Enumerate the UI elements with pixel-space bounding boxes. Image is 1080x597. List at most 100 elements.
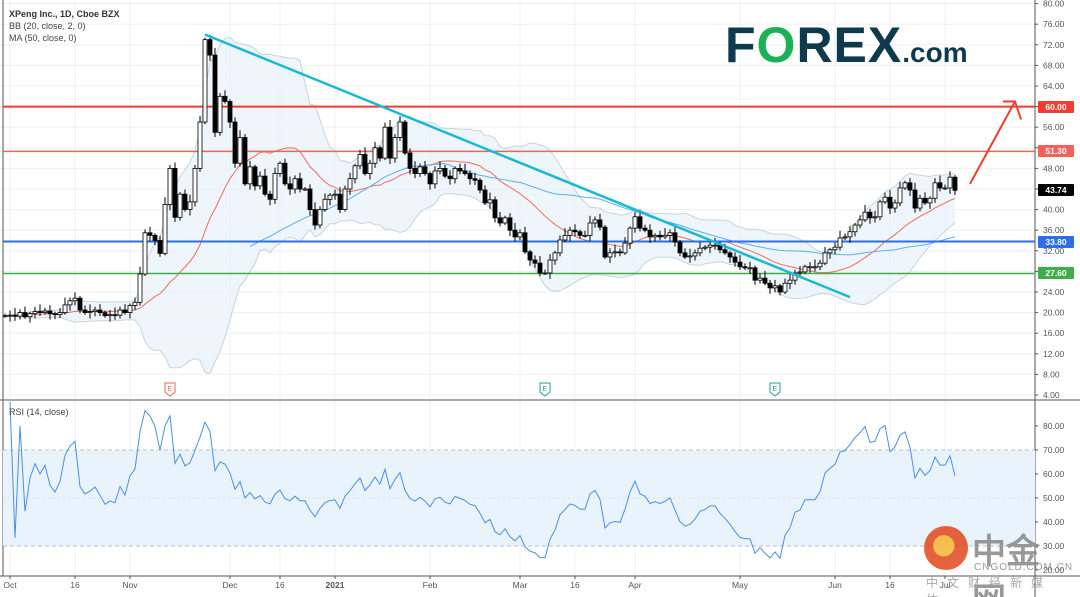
candle <box>342 185 348 212</box>
candle-body <box>417 166 423 174</box>
candle <box>837 230 843 251</box>
candle <box>27 311 33 323</box>
candle-body <box>387 126 393 159</box>
candle-body <box>662 234 668 238</box>
earnings-marker[interactable]: E <box>164 382 176 397</box>
candle-body <box>142 232 148 275</box>
time-tick-label: 16 <box>70 580 80 590</box>
candle-body <box>742 266 748 269</box>
candle-body <box>622 242 628 254</box>
rsi-indicator-label[interactable]: RSI (14, close) <box>9 406 69 418</box>
candle-body <box>307 188 313 211</box>
earnings-label: E <box>773 386 778 393</box>
earnings-marker[interactable]: E <box>769 382 781 397</box>
candle-body <box>137 273 143 303</box>
candle-body <box>302 188 308 191</box>
candle-body <box>432 170 438 185</box>
candle <box>392 134 398 163</box>
time-tick-label: Apr <box>628 580 641 590</box>
candle-body <box>637 216 643 229</box>
candle-body <box>282 162 288 185</box>
candle-body <box>407 152 413 169</box>
candle-body <box>537 262 543 274</box>
candle <box>22 306 28 319</box>
candle-body <box>347 178 353 190</box>
candle <box>242 134 248 186</box>
candle-body <box>552 252 558 261</box>
earnings-label: E <box>543 386 548 393</box>
candle-body <box>212 54 218 133</box>
earnings-marker[interactable]: E <box>539 382 551 397</box>
candle-body <box>342 188 348 211</box>
candle-body <box>177 193 183 218</box>
ma-indicator-label[interactable]: MA (50, close, 0) <box>9 32 120 44</box>
candle-body <box>107 314 113 317</box>
candle-body <box>862 211 868 221</box>
candle-body <box>332 193 338 196</box>
candle-body <box>192 167 198 203</box>
price-chart[interactable]: EEE80.0076.0072.0068.0064.0060.0056.0052… <box>0 0 1080 597</box>
candle-body <box>62 304 68 313</box>
candle <box>232 117 238 168</box>
price-tick-label: 16.00 <box>1043 328 1065 338</box>
candle-body <box>497 217 503 224</box>
candle-body <box>87 311 93 314</box>
candle-body <box>437 167 443 172</box>
candle-body <box>72 297 78 302</box>
candle-body <box>827 249 833 254</box>
symbol-title[interactable]: XPeng Inc., 1D, Cboe BZX <box>9 8 120 20</box>
price-tick-label: 48.00 <box>1043 163 1065 173</box>
time-tick-label: 16 <box>275 580 285 590</box>
candle-body <box>572 229 578 233</box>
candle-body <box>267 193 273 200</box>
candle-body <box>372 147 378 164</box>
candle-body <box>52 313 58 316</box>
candle-body <box>442 167 448 177</box>
bollinger-band-fill <box>5 37 955 374</box>
candle-body <box>367 162 373 174</box>
candle-body <box>287 183 293 190</box>
candle-body <box>687 255 693 258</box>
price-tick-label: 80.00 <box>1043 0 1065 9</box>
candle-body <box>222 95 228 102</box>
price-tick-label: 4.00 <box>1043 390 1060 400</box>
price-tick-label: 68.00 <box>1043 60 1065 70</box>
candle-body <box>692 252 698 257</box>
projection-arrow <box>969 100 1016 185</box>
candle <box>752 265 758 285</box>
candle-body <box>382 126 388 159</box>
candle-body <box>217 95 223 133</box>
bb-indicator-label[interactable]: BB (20, close, 2, 0) <box>9 20 120 32</box>
candle-body <box>427 173 433 185</box>
rsi-tick-label: 80.00 <box>1043 421 1065 431</box>
candle <box>167 165 173 211</box>
candle-body <box>942 187 948 190</box>
candle-body <box>187 201 193 210</box>
time-tick-label: Feb <box>423 580 438 590</box>
candle-body <box>562 234 568 241</box>
price-tick-label: 8.00 <box>1043 369 1060 379</box>
candle-body <box>887 196 893 209</box>
candle-body <box>337 193 343 210</box>
candle-body <box>832 246 838 251</box>
rsi-tick-label: 50.00 <box>1043 493 1065 503</box>
price-tick-label: 64.00 <box>1043 81 1065 91</box>
candle-body <box>822 252 828 264</box>
candle-body <box>952 176 958 191</box>
candle-body <box>397 121 403 138</box>
candle <box>217 92 223 136</box>
chart-root: EEE80.0076.0072.0068.0064.0060.0056.0052… <box>0 0 1080 597</box>
price-tick-label: 40.00 <box>1043 205 1065 215</box>
candle-body <box>32 311 38 315</box>
candle <box>602 225 608 260</box>
candle-body <box>657 234 663 238</box>
candle-body <box>502 217 508 224</box>
candle-body <box>752 267 758 281</box>
earnings-label: E <box>168 386 173 393</box>
candle-body <box>412 167 418 174</box>
candle-body <box>907 182 913 191</box>
candle-body <box>402 121 408 154</box>
candle <box>147 226 153 242</box>
candle-body <box>632 216 638 229</box>
time-tick-label: 2021 <box>326 580 345 590</box>
